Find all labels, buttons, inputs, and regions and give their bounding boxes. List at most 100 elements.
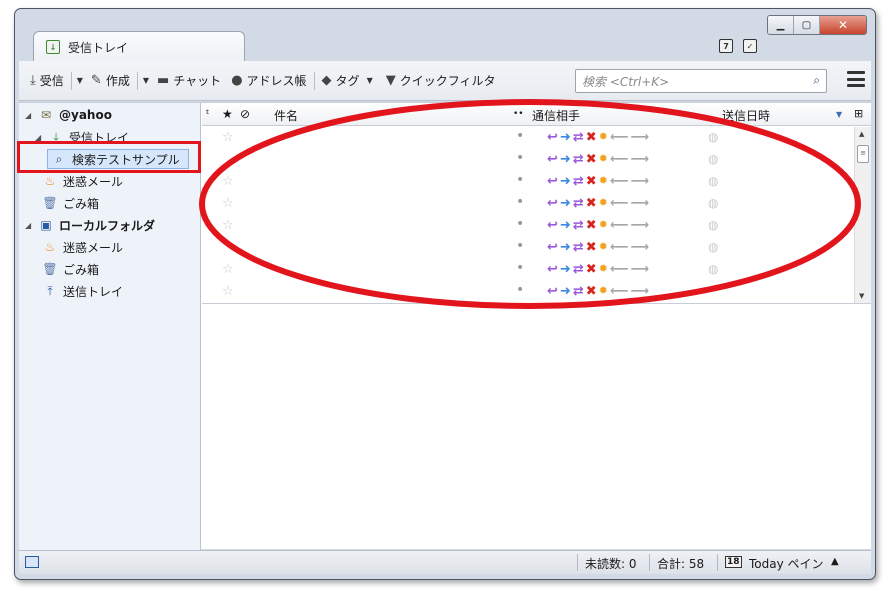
redirect-icon[interactable]: ⇄ xyxy=(573,196,584,211)
unread-dot-icon[interactable]: • xyxy=(516,150,524,166)
delete-icon[interactable]: ✖ xyxy=(586,174,597,189)
thread-scrollbar[interactable]: ▲ ≡ ▼ xyxy=(854,127,871,303)
write-dropdown-icon[interactable]: ▼ xyxy=(140,76,152,85)
next-arrow-icon[interactable]: ⟶ xyxy=(630,262,649,277)
get-mail-dropdown-icon[interactable]: ▼ xyxy=(74,76,86,85)
column-read[interactable]: •• xyxy=(513,109,524,119)
scroll-thumb[interactable]: ≡ xyxy=(857,145,869,163)
column-date[interactable]: 送信日時 xyxy=(722,107,770,124)
today-calendar-icon[interactable]: 18 xyxy=(725,556,742,568)
star-icon[interactable]: ☆ xyxy=(222,196,234,211)
write-button[interactable]: ✎ 作成 xyxy=(86,69,135,93)
forward-icon[interactable]: ➜ xyxy=(560,152,571,167)
prev-arrow-icon[interactable]: ⟵ xyxy=(610,152,629,167)
online-status-icon[interactable] xyxy=(25,556,39,568)
close-button[interactable]: ✕ xyxy=(820,16,866,34)
folder-junk-local[interactable]: ♨ 迷惑メール xyxy=(43,237,123,257)
delete-icon[interactable]: ✖ xyxy=(586,262,597,277)
reply-icon[interactable]: ↩ xyxy=(547,196,558,211)
redirect-icon[interactable]: ⇄ xyxy=(573,262,584,277)
table-row[interactable]: ☆ • ↩ ➜ ⇄ ✖ ✹ ⟵ ⟶ ◍ xyxy=(202,259,854,281)
gear-icon[interactable]: ✹ xyxy=(599,130,608,145)
junk-status-icon[interactable]: ◍ xyxy=(708,196,718,210)
forward-icon[interactable]: ➜ xyxy=(560,174,571,189)
prev-arrow-icon[interactable]: ⟵ xyxy=(610,130,629,145)
forward-icon[interactable]: ➜ xyxy=(560,130,571,145)
next-arrow-icon[interactable]: ⟶ xyxy=(630,284,649,299)
prev-arrow-icon[interactable]: ⟵ xyxy=(610,284,629,299)
tag-button[interactable]: ◆ タグ ▼ xyxy=(317,69,381,93)
reply-icon[interactable]: ↩ xyxy=(547,130,558,145)
table-row[interactable]: • ↩ ➜ ⇄ ✖ ✹ ⟵ ⟶ ◍ xyxy=(202,149,854,171)
get-mail-button[interactable]: ⤓ 受信 xyxy=(25,69,69,93)
gear-icon[interactable]: ✹ xyxy=(599,262,608,277)
maximize-button[interactable]: ▢ xyxy=(794,16,820,34)
column-subject[interactable]: 件名 xyxy=(274,107,298,124)
folder-sent[interactable]: ⤒ 送信トレイ xyxy=(43,281,123,301)
unread-dot-icon[interactable]: • xyxy=(516,128,524,144)
column-thread[interactable]: ᵗ xyxy=(206,107,210,121)
table-row[interactable]: ☆ • ↩ ➜ ⇄ ✖ ✹ ⟵ ⟶ ◍ xyxy=(202,171,854,193)
table-row[interactable]: ☆ • ↩ ➜ ⇄ ✖ ✹ ⟵ ⟶ ◍ xyxy=(202,215,854,237)
next-arrow-icon[interactable]: ⟶ xyxy=(630,218,649,233)
column-star[interactable]: ★ xyxy=(222,107,233,121)
next-arrow-icon[interactable]: ⟶ xyxy=(630,174,649,189)
star-icon[interactable]: ☆ xyxy=(222,262,234,277)
gear-icon[interactable]: ✹ xyxy=(599,284,608,299)
next-arrow-icon[interactable]: ⟶ xyxy=(630,130,649,145)
next-arrow-icon[interactable]: ⟶ xyxy=(630,152,649,167)
today-pane-toggle[interactable]: Today ペイン xyxy=(749,555,824,572)
chat-button[interactable]: ▬ チャット xyxy=(152,69,226,93)
delete-icon[interactable]: ✖ xyxy=(586,196,597,211)
reply-icon[interactable]: ↩ xyxy=(547,152,558,167)
unread-dot-icon[interactable]: • xyxy=(516,238,524,254)
unread-dot-icon[interactable]: • xyxy=(516,194,524,210)
reply-icon[interactable]: ↩ xyxy=(547,174,558,189)
forward-icon[interactable]: ➜ xyxy=(560,196,571,211)
reply-icon[interactable]: ↩ xyxy=(547,284,558,299)
calendar-icon[interactable]: 7 xyxy=(719,39,733,53)
gear-icon[interactable]: ✹ xyxy=(599,174,608,189)
twisty-open-icon[interactable]: ◢ xyxy=(25,221,33,230)
junk-status-icon[interactable]: ◍ xyxy=(708,130,718,144)
tasks-icon[interactable]: ✓ xyxy=(743,39,757,53)
unread-dot-icon[interactable]: • xyxy=(516,260,524,276)
prev-arrow-icon[interactable]: ⟵ xyxy=(610,240,629,255)
next-arrow-icon[interactable]: ⟶ xyxy=(630,196,649,211)
prev-arrow-icon[interactable]: ⟵ xyxy=(610,262,629,277)
tab-inbox[interactable]: ↓ 受信トレイ xyxy=(33,31,245,62)
redirect-icon[interactable]: ⇄ xyxy=(573,174,584,189)
column-attachment[interactable]: ⊘ xyxy=(240,107,250,121)
prev-arrow-icon[interactable]: ⟵ xyxy=(610,196,629,211)
junk-status-icon[interactable]: ◍ xyxy=(708,152,718,166)
junk-status-icon[interactable]: ◍ xyxy=(708,262,718,276)
scroll-down-icon[interactable]: ▼ xyxy=(859,292,864,300)
quick-filter-button[interactable]: ▼ クイックフィルタ xyxy=(381,69,501,93)
redirect-icon[interactable]: ⇄ xyxy=(573,152,584,167)
junk-status-icon[interactable]: ◍ xyxy=(708,174,718,188)
app-menu-button[interactable] xyxy=(847,71,865,87)
forward-icon[interactable]: ➜ xyxy=(560,262,571,277)
delete-icon[interactable]: ✖ xyxy=(586,240,597,255)
forward-icon[interactable]: ➜ xyxy=(560,284,571,299)
twisty-open-icon[interactable]: ◢ xyxy=(25,111,33,120)
star-icon[interactable]: ☆ xyxy=(222,218,234,233)
redirect-icon[interactable]: ⇄ xyxy=(573,284,584,299)
star-icon[interactable]: ☆ xyxy=(222,130,234,145)
next-arrow-icon[interactable]: ⟶ xyxy=(630,240,649,255)
folder-local-folders[interactable]: ◢ ▣ ローカルフォルダ xyxy=(25,215,155,235)
star-icon[interactable]: ☆ xyxy=(222,174,234,189)
column-correspondents[interactable]: 通信相手 xyxy=(532,107,580,124)
address-book-button[interactable]: ● アドレス帳 xyxy=(226,69,311,93)
gear-icon[interactable]: ✹ xyxy=(599,196,608,211)
scroll-up-icon[interactable]: ▲ xyxy=(859,130,864,138)
forward-icon[interactable]: ➜ xyxy=(560,240,571,255)
folder-trash-yahoo[interactable]: 🗑︎ ごみ箱 xyxy=(42,193,99,213)
redirect-icon[interactable]: ⇄ xyxy=(573,130,584,145)
redirect-icon[interactable]: ⇄ xyxy=(573,240,584,255)
table-row[interactable]: ☆ • ↩ ➜ ⇄ ✖ ✹ ⟵ ⟶ xyxy=(202,281,854,303)
reply-icon[interactable]: ↩ xyxy=(547,218,558,233)
junk-status-icon[interactable]: ◍ xyxy=(708,240,718,254)
star-icon[interactable]: ☆ xyxy=(222,284,234,299)
prev-arrow-icon[interactable]: ⟵ xyxy=(610,218,629,233)
